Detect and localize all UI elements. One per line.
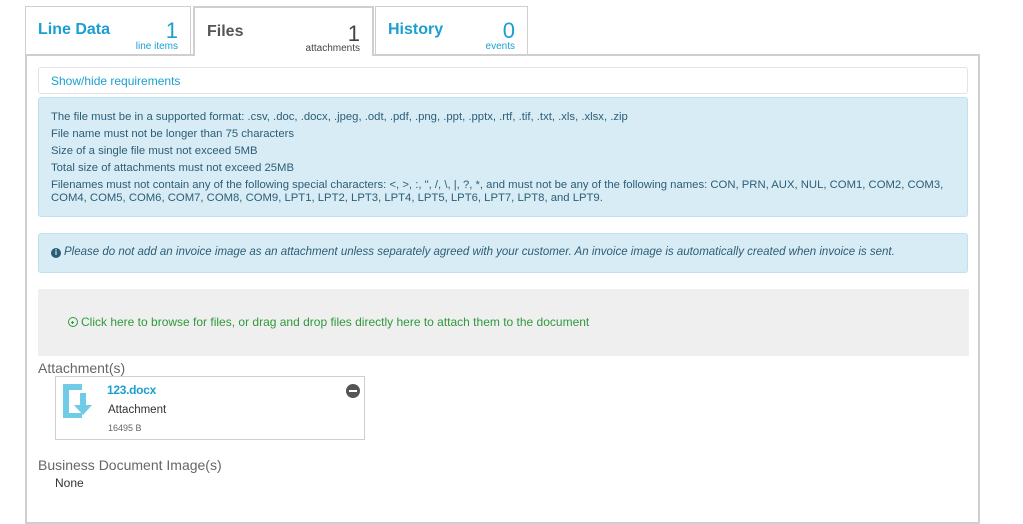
show-hide-requirements-link[interactable]: Show/hide requirements [51,74,180,88]
requirements-toggle-bar: Show/hide requirements [38,67,968,94]
tab-history[interactable]: History 0 events [375,6,528,55]
document-download-icon [63,384,92,418]
requirement-special-chars: Filenames must not contain any of the fo… [51,179,944,204]
requirements-box: The file must be in a supported format: … [38,97,968,217]
business-document-images-heading: Business Document Image(s) [38,457,222,473]
plus-circle-icon [68,317,78,327]
dropzone-text: Click here to browse for files, or drag … [81,315,590,329]
attachment-type: Attachment [108,404,167,416]
tab-line-data[interactable]: Line Data 1 line items [25,6,191,55]
files-panel: Show/hide requirements The file must be … [25,54,980,524]
attachment-filename-link[interactable]: 123.docx [107,383,156,397]
tab-history-title: History [388,21,444,38]
remove-attachment-icon[interactable] [346,384,360,398]
tab-files-title: Files [207,23,244,40]
tab-history-sub: events [485,41,515,52]
business-document-images-value: None [55,476,84,490]
info-icon: i [51,248,61,258]
tab-files-sub: attachments [305,43,360,54]
requirement-name-length: File name must not be longer than 75 cha… [51,128,295,140]
tab-line-data-sub: line items [135,41,178,52]
attachment-card: 123.docx Attachment 16495 B [55,376,365,440]
tab-line-data-title: Line Data [38,21,111,38]
requirement-total-size: Total size of attachments must not excee… [51,162,295,174]
requirement-format: The file must be in a supported format: … [51,111,628,123]
file-dropzone[interactable]: Click here to browse for files, or drag … [38,289,969,356]
attachments-heading: Attachment(s) [38,360,126,376]
tab-files[interactable]: Files 1 attachments [193,6,374,56]
attachment-size: 16495 B [108,423,142,433]
invoice-image-notice: i Please do not add an invoice image as a… [38,233,968,273]
requirement-file-size: Size of a single file must not exceed 5M… [51,145,258,157]
notice-text: Please do not add an invoice image as an… [64,246,895,258]
